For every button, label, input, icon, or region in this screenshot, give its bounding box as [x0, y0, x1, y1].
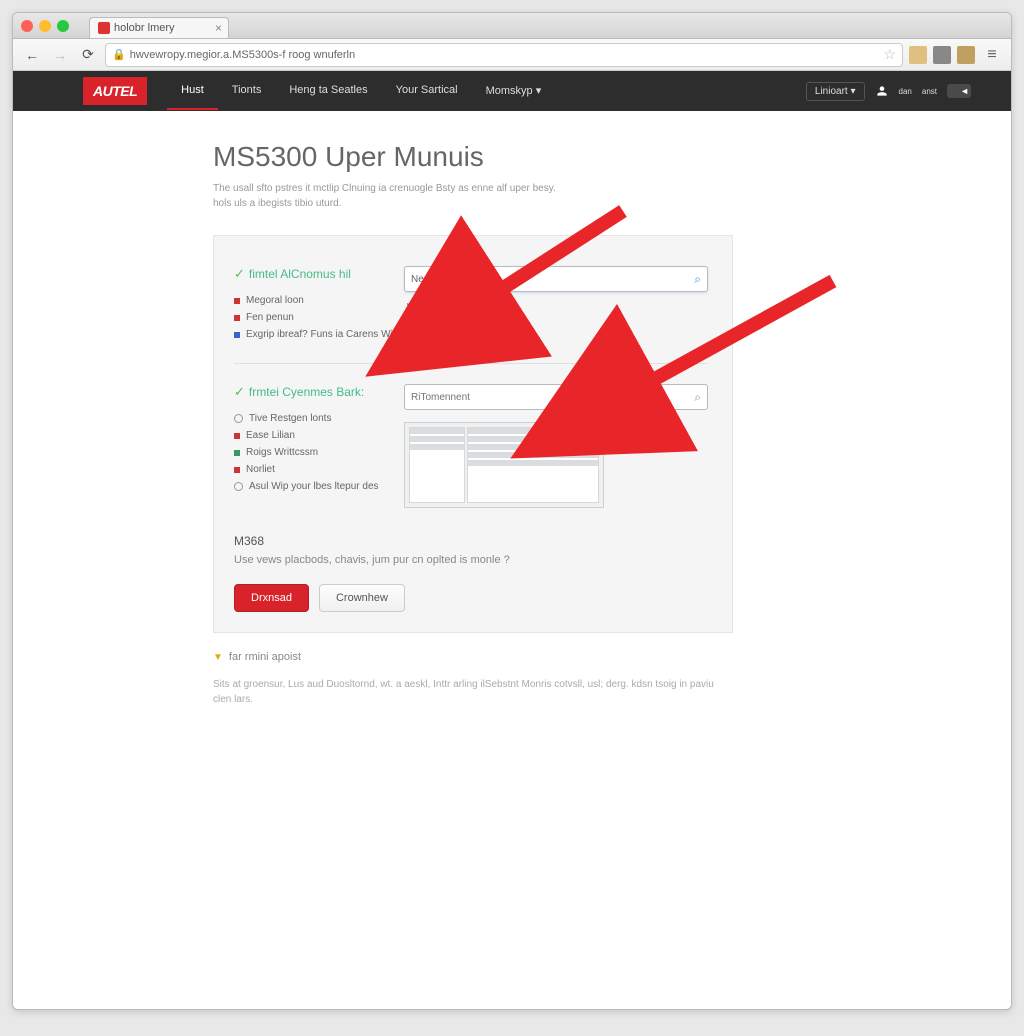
close-tab-icon[interactable]: ×: [215, 21, 222, 35]
info-icon: ◔: [404, 300, 410, 311]
list-item[interactable]: Roigs Writtcssm: [234, 444, 404, 461]
nav-label: dan: [899, 87, 912, 96]
close-window-button[interactable]: [21, 20, 33, 32]
menu-button[interactable]: ≡: [981, 44, 1003, 66]
hint-row: ◔ Tarl'5 koes omwual: [404, 300, 708, 311]
list-item[interactable]: Ease Lilian: [234, 427, 404, 444]
maximize-window-button[interactable]: [57, 20, 69, 32]
page-title: MS5300 Uper Munuis: [213, 141, 733, 173]
search-input-wrapper: ⌕: [404, 266, 708, 292]
badge[interactable]: Nurn: [620, 385, 652, 399]
bullet-icon: [234, 467, 240, 473]
browser-window: holobr lmery × ← → ⟳ 🔒 hwvewropy.megior.…: [12, 12, 1012, 1010]
list-item[interactable]: Fen penun: [234, 309, 404, 326]
search-input-wrapper: ⌕: [404, 384, 708, 410]
reload-button[interactable]: ⟳: [77, 44, 99, 66]
browser-tab[interactable]: holobr lmery ×: [89, 17, 229, 38]
bullet-icon: [234, 315, 240, 321]
option-list: Megoral loon Fen penun Exgrip ibreaf? Fu…: [234, 292, 404, 343]
check-icon: ✓: [234, 384, 245, 400]
favicon-icon: [98, 22, 110, 34]
secondary-button[interactable]: Crownhew: [319, 584, 405, 612]
cursor-icon[interactable]: [947, 84, 971, 98]
nav-label: anst: [922, 87, 937, 96]
section-title: M368: [234, 534, 708, 548]
nav-item[interactable]: Hust: [167, 72, 218, 110]
search-input[interactable]: [411, 274, 694, 285]
address-bar[interactable]: 🔒 hwvewropy.megior.a.MS5300s-f roog wnuf…: [105, 43, 903, 67]
section-title: ✓ frmtei Cyenmes Bark:: [234, 384, 404, 400]
link-icon: ◌: [404, 322, 410, 333]
user-icon[interactable]: [875, 83, 889, 99]
lock-icon: 🔒: [112, 48, 126, 61]
search-icon[interactable]: ⌕: [694, 390, 701, 405]
extension-icon[interactable]: [909, 46, 927, 64]
triangle-icon: ▼: [213, 652, 223, 663]
window-titlebar: holobr lmery ×: [13, 13, 1011, 39]
list-item[interactable]: Asul Wip your lbes ltepur des: [234, 478, 404, 495]
forward-button[interactable]: →: [49, 44, 71, 66]
option-list: Tive Restgen lonts Ease Lilian Roigs Wri…: [234, 410, 404, 495]
tab-strip: holobr lmery ×: [89, 13, 229, 38]
url-text: hwvewropy.megior.a.MS5300s-f roog wnufer…: [130, 49, 355, 61]
back-button[interactable]: ←: [21, 44, 43, 66]
list-item[interactable]: Megoral loon: [234, 292, 404, 309]
list-item[interactable]: Exgrip ibreaf? Funs ia Carens Wiss: [234, 326, 404, 343]
brand-logo[interactable]: AUTEL: [83, 77, 147, 105]
section-cyennes: ✓ frmtei Cyenmes Bark: Tive Restgen lont…: [234, 363, 708, 518]
page-viewport: AUTEL Hust Tionts Heng ta Seatles Your S…: [13, 71, 1011, 1009]
bullet-icon: [234, 450, 240, 456]
download-button[interactable]: Drxnsad: [234, 584, 309, 612]
bookmark-star-icon[interactable]: ☆: [883, 46, 896, 63]
browser-toolbar: ← → ⟳ 🔒 hwvewropy.megior.a.MS5300s-f roo…: [13, 39, 1011, 71]
extension-icon[interactable]: [957, 46, 975, 64]
minimize-window-button[interactable]: [39, 20, 51, 32]
section-text: Use vews placbods, chavis, jum pur cn op…: [234, 554, 708, 566]
page-subtitle: The usall sfto pstres it mctlip Clnuing …: [213, 181, 733, 211]
button-row: Drxnsad Crownhew: [234, 584, 708, 612]
check-icon: ✓: [234, 266, 245, 282]
bullet-icon: [234, 298, 240, 304]
account-button[interactable]: Linioart ▾: [806, 82, 865, 101]
link-row: ◌ Pasuilex: [404, 319, 708, 336]
tab-title: holobr lmery: [114, 22, 175, 34]
main-content: MS5300 Uper Munuis The usall sfto pstres…: [13, 111, 733, 707]
expander[interactable]: ▼ far rmini apoist: [213, 651, 733, 663]
bullet-icon: [234, 332, 240, 338]
bullet-icon: [234, 433, 240, 439]
nav-right: Linioart ▾ dan anst: [806, 82, 1011, 101]
section-m368: M368 Use vews placbods, chavis, jum pur …: [234, 534, 708, 566]
search-icon[interactable]: ⌕: [694, 272, 701, 287]
preview-thumbnail: [404, 422, 604, 508]
extension-icon[interactable]: [933, 46, 951, 64]
nav-item[interactable]: Your Sartical: [382, 72, 472, 110]
list-item[interactable]: Norliet: [234, 461, 404, 478]
main-panel: ✓ fimtel AlCnomus hil Megoral loon Fen p…: [213, 235, 733, 633]
section-title: ✓ fimtel AlCnomus hil: [234, 266, 404, 282]
nav-item[interactable]: Heng ta Seatles: [275, 72, 381, 110]
list-item[interactable]: Tive Restgen lonts: [234, 410, 404, 427]
radio-icon: [234, 414, 243, 423]
nav-item[interactable]: Tionts: [218, 72, 276, 110]
nav-item[interactable]: Momskyp ▾: [472, 72, 556, 110]
section-accounts: ✓ fimtel AlCnomus hil Megoral loon Fen p…: [234, 256, 708, 353]
site-navbar: AUTEL Hust Tionts Heng ta Seatles Your S…: [13, 71, 1011, 111]
traffic-lights: [21, 20, 69, 32]
nav-items: Hust Tionts Heng ta Seatles Your Sartica…: [167, 72, 555, 110]
radio-icon: [234, 482, 243, 491]
link[interactable]: Pasuilex: [416, 325, 454, 336]
footer-note: Sits at groensur, Lus aud Duosltornd, wt…: [213, 677, 733, 707]
